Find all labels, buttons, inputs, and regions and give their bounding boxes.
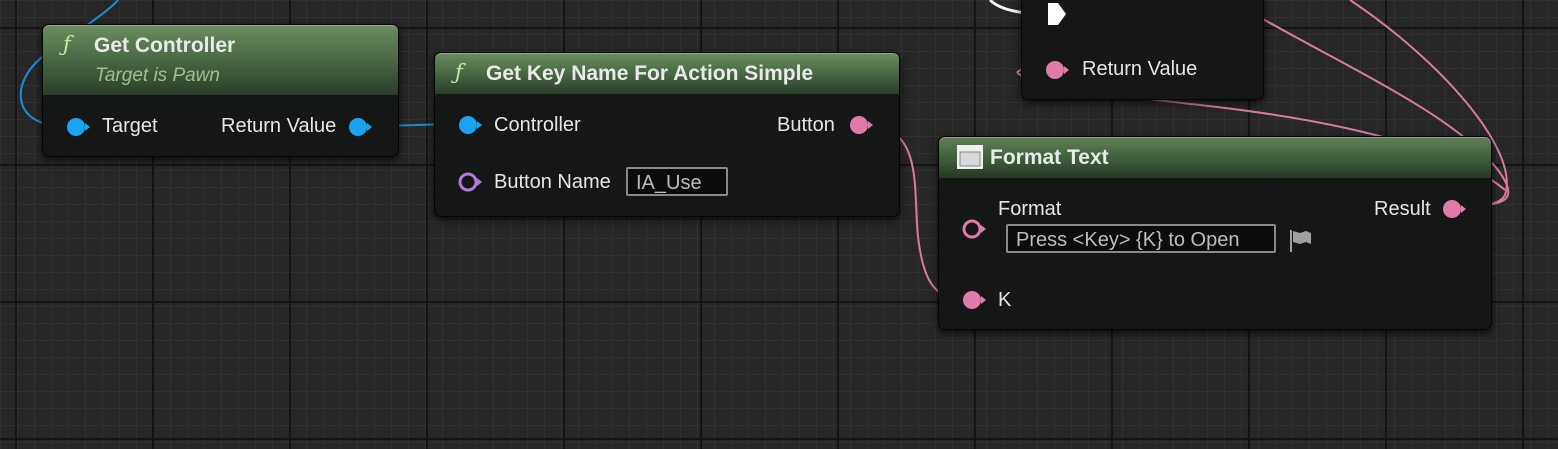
format-text-node[interactable]: Format Text Format Press <Key> {K} to Op…: [938, 136, 1492, 330]
format-input[interactable]: Press <Key> {K} to Open: [1006, 224, 1276, 253]
function-icon: ƒ: [63, 32, 71, 56]
node-header: Format Text: [939, 137, 1491, 178]
get-key-name-node[interactable]: ƒ Get Key Name For Action Simple Control…: [434, 52, 900, 217]
node-header: ƒ Get Controller Target is Pawn: [43, 25, 398, 95]
localization-flag-icon[interactable]: [1288, 228, 1314, 254]
node-title: Format Text: [990, 146, 1109, 169]
node-title: Get Controller: [94, 34, 236, 57]
return-value-pin[interactable]: [348, 117, 376, 137]
button-label: Button: [777, 114, 835, 136]
function-icon: ƒ: [455, 60, 463, 84]
k-pin[interactable]: [962, 290, 990, 310]
button-name-pin[interactable]: [458, 172, 486, 192]
return-value-pin[interactable]: [1045, 60, 1071, 80]
return-value-label: Return Value: [221, 115, 337, 137]
format-label: Format: [998, 198, 1062, 220]
button-pin[interactable]: [849, 115, 877, 135]
return-value-label: Return Value: [1082, 58, 1198, 80]
target-pin[interactable]: [66, 117, 94, 137]
format-pin[interactable]: [962, 219, 990, 239]
node-subtitle: Target is Pawn: [95, 65, 220, 86]
button-name-input[interactable]: IA_Use: [626, 167, 728, 196]
node-title: Get Key Name For Action Simple: [486, 62, 814, 85]
controller-pin[interactable]: [458, 115, 486, 135]
format-text-icon: [957, 145, 983, 169]
k-label: K: [998, 289, 1012, 311]
controller-label: Controller: [494, 114, 581, 136]
result-label: Result: [1374, 198, 1431, 220]
node-header: ƒ Get Key Name For Action Simple: [435, 53, 899, 94]
get-controller-node[interactable]: ƒ Get Controller Target is Pawn Target R…: [42, 24, 399, 157]
result-pin[interactable]: [1442, 199, 1470, 219]
button-name-label: Button Name: [494, 171, 611, 193]
target-label: Target: [102, 115, 158, 137]
top-node[interactable]: Return Value: [1021, 0, 1264, 100]
exec-out-pin[interactable]: [1046, 1, 1068, 27]
